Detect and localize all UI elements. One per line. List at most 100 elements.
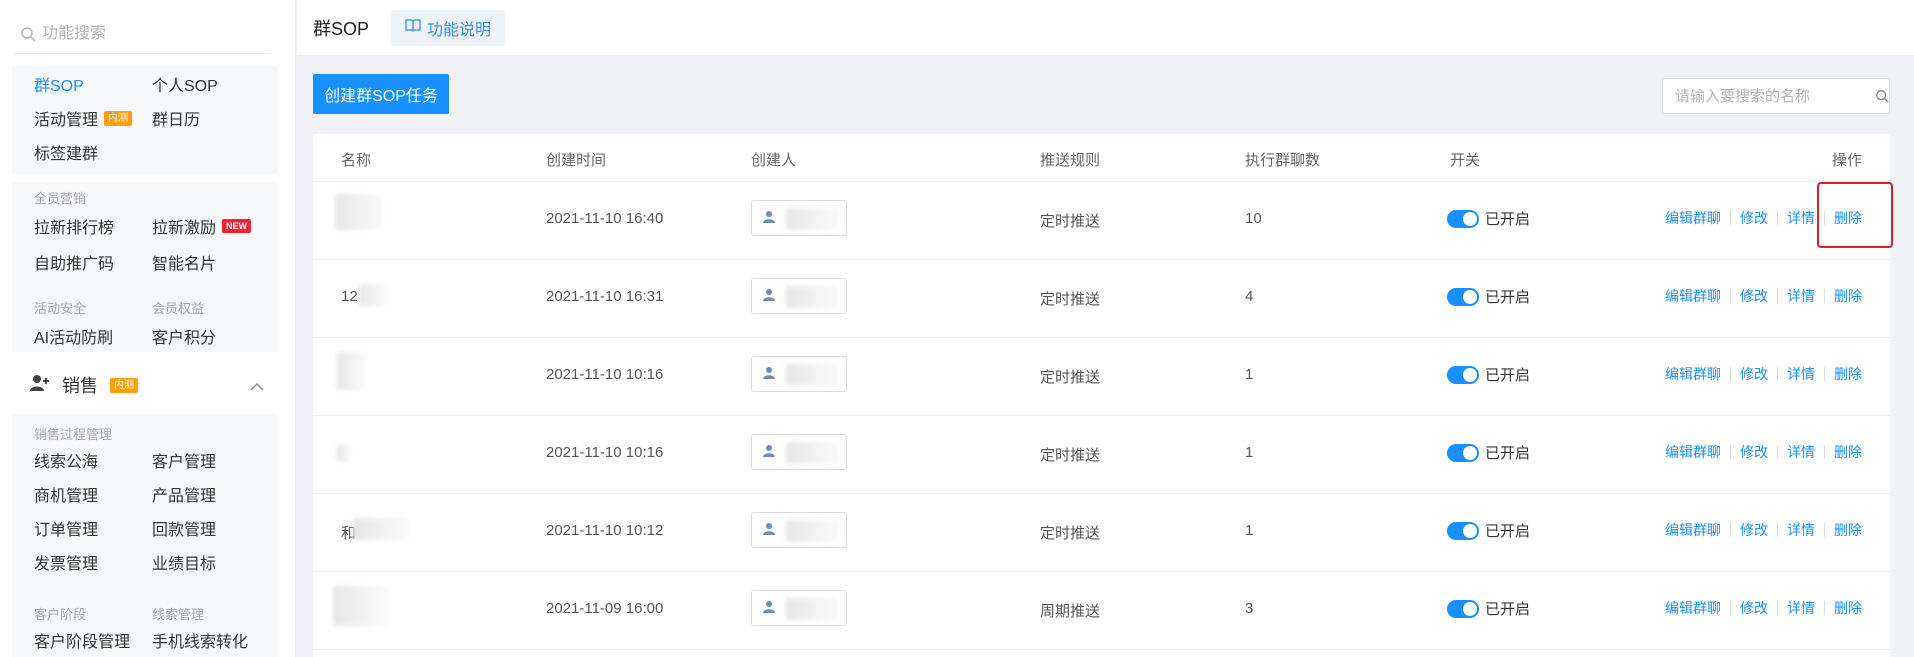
help-label: 功能说明 [427,21,492,39]
edit-groups-link[interactable]: 编辑群聊 [1665,598,1721,618]
row-count: 1 [1245,366,1254,383]
edit-groups-link[interactable]: 编辑群聊 [1665,208,1721,228]
delete-link[interactable]: 删除 [1834,286,1862,306]
inner-test-badge: 内测 [104,110,133,126]
modify-link[interactable]: 修改 [1740,442,1768,462]
sales-menu-group: 销售过程管理 线索公海 客户管理 商机管理 产品管理 订单管理 回款管理 发票管… [12,414,278,657]
modify-link[interactable]: 修改 [1740,286,1768,306]
create-group-sop-button[interactable]: 创建群SOP任务 [313,74,449,114]
name-search[interactable] [1662,78,1890,114]
sidebar-item-smart-card[interactable]: 智能名片 [152,250,216,274]
table-row: 2021-11-09 16:00 周期推送 3 已开启 编辑群聊 修改 详情 删… [313,572,1890,650]
divider [1730,289,1731,303]
details-link[interactable]: 详情 [1787,208,1815,228]
delete-link[interactable]: 删除 [1834,520,1862,540]
edit-groups-link[interactable]: 编辑群聊 [1665,364,1721,384]
redacted-creator [786,364,838,386]
sidebar-item-personal-sop[interactable]: 个人SOP [152,72,218,96]
enable-toggle[interactable] [1447,600,1479,618]
sidebar-item-opportunities[interactable]: 商机管理 [34,482,98,506]
divider [1777,367,1778,381]
row-count: 1 [1245,444,1254,461]
row-count: 4 [1245,288,1254,305]
row-rule: 定时推送 [1040,213,1101,230]
sidebar: 群SOP 个人SOP 活动管理内测 群日历 标签建群 全员营销 拉新排行榜 拉新… [0,0,296,657]
row-actions: 编辑群聊 修改 详情 删除 [1665,598,1862,618]
sales-section-header[interactable]: 销售 内测 [12,362,278,408]
redacted-creator [786,520,838,542]
enable-toggle[interactable] [1447,444,1479,462]
edit-groups-link[interactable]: 编辑群聊 [1665,442,1721,462]
details-link[interactable]: 详情 [1787,364,1815,384]
enable-toggle[interactable] [1447,522,1479,540]
sidebar-item-products[interactable]: 产品管理 [152,482,216,506]
sidebar-item-ranking[interactable]: 拉新排行榜 [34,214,114,238]
sidebar-item-invoices[interactable]: 发票管理 [34,550,98,574]
sidebar-item-points[interactable]: 客户积分 [152,324,216,348]
sidebar-item-label: 拉新激励 [152,220,217,237]
sidebar-item-group-sop[interactable]: 群SOP [34,72,84,96]
name-search-input[interactable] [1675,87,1874,105]
sop-table: 名称 创建时间 创建人 推送规则 执行群聊数 开关 操作 2021-11-10 … [313,134,1890,650]
sidebar-item-stage-mgmt[interactable]: 客户阶段管理 [34,628,130,652]
book-icon [405,18,421,37]
sidebar-item-incentive[interactable]: 拉新激励 NEW [152,214,252,238]
toggle-status: 已开启 [1485,445,1531,462]
modify-link[interactable]: 修改 [1740,364,1768,384]
section-title: 会员权益 [152,301,205,316]
sidebar-item-payments[interactable]: 回款管理 [152,516,216,540]
details-link[interactable]: 详情 [1787,520,1815,540]
details-link[interactable]: 详情 [1787,286,1815,306]
sidebar-item-targets[interactable]: 业绩目标 [152,550,216,574]
row-actions: 编辑群聊 修改 详情 删除 [1665,286,1862,306]
sidebar-item-customers[interactable]: 客户管理 [152,448,216,472]
function-search-input[interactable] [42,24,242,43]
edit-groups-link[interactable]: 编辑群聊 [1665,286,1721,306]
sidebar-item-activity[interactable]: 活动管理 内测 [34,106,133,130]
divider [1824,445,1825,459]
table-row: 2021-11-10 10:16 定时推送 1 已开启 编辑群聊 修改 详情 删… [313,338,1890,416]
row-count: 3 [1245,600,1254,617]
sidebar-item-group-calendar[interactable]: 群日历 [152,106,200,130]
chevron-up-icon[interactable] [250,376,264,397]
sidebar-item-label: 商机管理 [34,488,99,505]
delete-link[interactable]: 删除 [1834,442,1862,462]
marketing-menu-group: 全员营销 拉新排行榜 拉新激励 NEW 自助推广码 智能名片 活动安全 会员权益 … [12,182,278,352]
function-search[interactable] [14,14,270,54]
user-icon [762,210,776,228]
sidebar-item-leads-pool[interactable]: 线索公海 [34,448,98,472]
details-link[interactable]: 详情 [1787,598,1815,618]
section-title: 活动安全 [34,301,87,316]
row-actions: 编辑群聊 修改 详情 删除 [1665,442,1862,462]
sidebar-item-label: 智能名片 [152,256,217,273]
delete-link[interactable]: 删除 [1834,208,1862,228]
row-rule: 定时推送 [1040,447,1101,464]
sidebar-item-tag-group[interactable]: 标签建群 [34,140,98,164]
modify-link[interactable]: 修改 [1740,598,1768,618]
user-plus-icon [30,374,50,397]
sidebar-item-mobile-leads[interactable]: 手机线索转化 [152,628,248,652]
edit-groups-link[interactable]: 编辑群聊 [1665,520,1721,540]
sidebar-item-orders[interactable]: 订单管理 [34,516,98,540]
details-link[interactable]: 详情 [1787,442,1815,462]
enable-toggle[interactable] [1447,288,1479,306]
sidebar-item-label: 标签建群 [34,146,99,163]
redacted-name [337,352,365,390]
enable-toggle[interactable] [1447,210,1479,228]
divider [1824,601,1825,615]
toggle-status: 已开启 [1485,289,1531,306]
modify-link[interactable]: 修改 [1740,520,1768,540]
delete-link[interactable]: 删除 [1834,598,1862,618]
help-button[interactable]: 功能说明 [391,9,506,46]
modify-link[interactable]: 修改 [1740,208,1768,228]
delete-link[interactable]: 删除 [1834,364,1862,384]
sidebar-item-promo-code[interactable]: 自助推广码 [34,250,114,274]
search-icon[interactable] [1874,89,1889,103]
row-time: 2021-11-10 10:16 [546,366,664,383]
sidebar-item-anti-fraud[interactable]: AI活动防刷 [34,324,113,348]
row-time: 2021-11-10 10:16 [546,444,664,461]
enable-toggle[interactable] [1447,366,1479,384]
redacted-name [359,284,387,306]
sidebar-item-label: 回款管理 [152,522,217,539]
col-switch: 开关 [1450,152,1481,169]
